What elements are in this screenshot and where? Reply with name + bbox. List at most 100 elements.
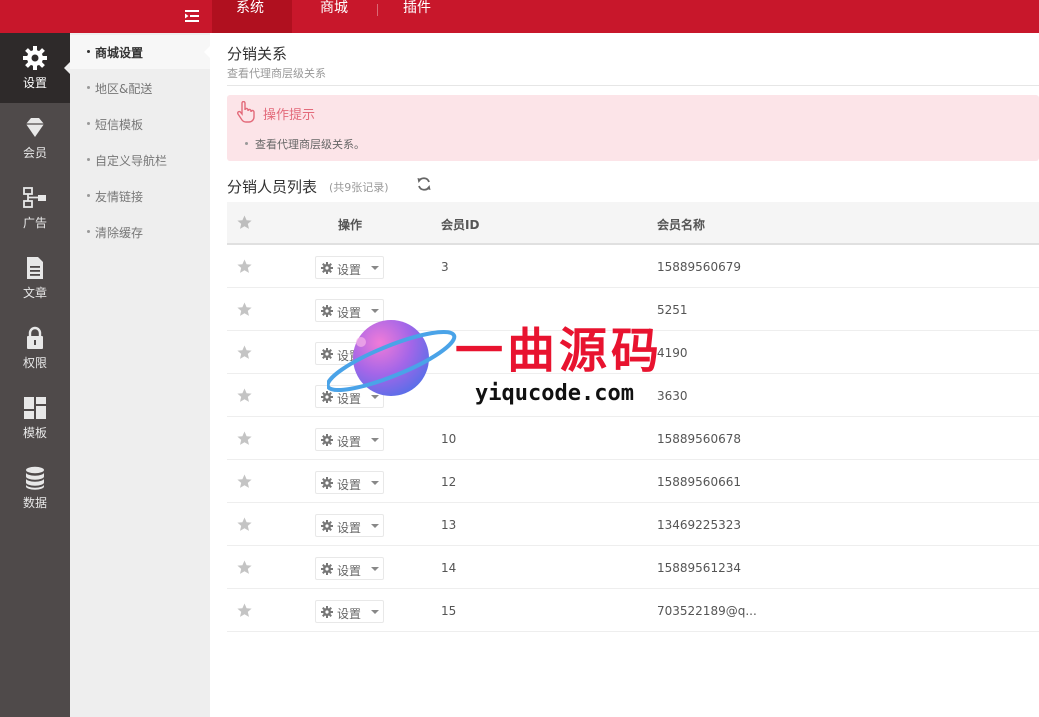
refresh-icon[interactable] <box>416 176 432 192</box>
sub-navigation: 商城设置 地区&配送 短信模板 自定义导航栏 友情链接 清除缓存 <box>70 33 210 717</box>
sidebar-item-templates[interactable]: 模板 <box>0 383 70 453</box>
tab-mall[interactable]: 商城 <box>320 0 348 33</box>
bullet-dot <box>87 122 90 125</box>
gear-icon <box>321 520 333 532</box>
sidebar-item-ads[interactable]: 广告 <box>0 173 70 243</box>
settings-dropdown-button[interactable]: 设置 <box>315 557 384 580</box>
star-icon[interactable] <box>237 560 252 575</box>
subnav-item-label: 自定义导航栏 <box>95 154 168 168</box>
page-title: 分销关系 <box>227 45 288 63</box>
grid-icon <box>24 397 46 419</box>
tab-plugins[interactable]: 插件 <box>403 0 431 33</box>
subnav-item-region-shipping[interactable]: 地区&配送 <box>70 71 210 105</box>
menu-toggle-button[interactable] <box>178 4 206 28</box>
column-header-member-id: 会员ID <box>441 218 480 232</box>
list-indent-icon <box>185 10 199 22</box>
sidebar-item-members[interactable]: 会员 <box>0 103 70 173</box>
star-icon[interactable] <box>237 431 252 446</box>
sidebar-item-label: 文章 <box>22 286 47 300</box>
subnav-item-label: 商城设置 <box>95 46 144 60</box>
star-icon[interactable] <box>237 259 252 274</box>
sidebar-item-label: 权限 <box>22 356 47 370</box>
gear-icon <box>321 262 333 274</box>
table-row: 设置 15 703522189@q... <box>227 589 1039 632</box>
star-icon[interactable] <box>237 215 252 230</box>
tips-text: 查看代理商层级关系。 <box>255 138 365 151</box>
sidebar-item-label: 设置 <box>22 76 47 90</box>
subnav-item-label: 地区&配送 <box>95 82 153 96</box>
sidebar-item-permissions[interactable]: 权限 <box>0 313 70 383</box>
sidebar-item-data[interactable]: 数据 <box>0 453 70 523</box>
member-name-cell: 5251 <box>657 303 688 317</box>
star-icon[interactable] <box>237 345 252 360</box>
list-title: 分销人员列表 <box>227 178 318 196</box>
subnav-item-label: 清除缓存 <box>95 226 144 240</box>
sidebar-item-articles[interactable]: 文章 <box>0 243 70 313</box>
chevron-down-icon <box>371 610 379 614</box>
sidebar: 设置 会员 广告 文章 权限 模板 数据 <box>0 33 71 717</box>
table-body: 设置 3 15889560679 设置 5251 设置 4190 设置 3630 设置 10 1588… <box>227 245 1039 632</box>
tab-label: 商城 <box>320 0 348 16</box>
subnav-item-custom-nav[interactable]: 自定义导航栏 <box>70 143 210 177</box>
gear-icon <box>321 606 333 618</box>
settings-dropdown-button[interactable]: 设置 <box>315 514 384 537</box>
star-icon[interactable] <box>237 388 252 403</box>
settings-dropdown-button[interactable]: 设置 <box>315 428 384 451</box>
dropdown-label: 设置 <box>337 478 362 492</box>
star-icon[interactable] <box>237 603 252 618</box>
subnav-item-mall-settings[interactable]: 商城设置 <box>70 35 210 69</box>
gear-icon <box>321 434 333 446</box>
star-icon[interactable] <box>237 517 252 532</box>
member-name-cell: 15889561234 <box>657 561 741 575</box>
top-bar: 系统 商城 插件 <box>0 0 1039 33</box>
page-subtitle: 查看代理商层级关系 <box>227 67 326 80</box>
sidebar-item-label: 模板 <box>22 426 47 440</box>
dropdown-label: 设置 <box>337 263 362 277</box>
settings-dropdown-button[interactable]: 设置 <box>315 299 384 322</box>
main-content: 分销关系 查看代理商层级关系 操作提示 查看代理商层级关系。 分销人员列表 (共… <box>210 33 1039 717</box>
member-id-cell: 10 <box>441 432 457 446</box>
sidebar-item-settings[interactable]: 设置 <box>0 33 71 103</box>
member-name-cell: 15889560679 <box>657 260 741 274</box>
chevron-down-icon <box>371 438 379 442</box>
column-header-member-name: 会员名称 <box>657 218 706 232</box>
subnav-item-sms-templates[interactable]: 短信模板 <box>70 107 210 141</box>
settings-dropdown-button[interactable]: 设置 <box>315 385 384 408</box>
gear-icon <box>321 391 333 403</box>
tab-system[interactable]: 系统 <box>212 0 292 33</box>
member-name-cell: 703522189@q... <box>657 604 757 618</box>
chevron-down-icon <box>371 481 379 485</box>
dropdown-label: 设置 <box>337 349 362 363</box>
member-id-cell: 3 <box>441 260 449 274</box>
table-row: 设置 3630 <box>227 374 1039 417</box>
star-icon[interactable] <box>237 302 252 317</box>
sidebar-item-label: 数据 <box>22 496 47 510</box>
settings-dropdown-button[interactable]: 设置 <box>315 600 384 623</box>
subnav-item-label: 短信模板 <box>95 118 144 132</box>
member-id-cell: 12 <box>441 475 457 489</box>
dropdown-label: 设置 <box>337 435 362 449</box>
subnav-item-friend-links[interactable]: 友情链接 <box>70 179 210 213</box>
table-row: 设置 5251 <box>227 288 1039 331</box>
settings-dropdown-button[interactable]: 设置 <box>315 342 384 365</box>
document-icon <box>27 257 43 279</box>
settings-dropdown-button[interactable]: 设置 <box>315 471 384 494</box>
tips-panel: 操作提示 查看代理商层级关系。 <box>227 95 1039 161</box>
chevron-down-icon <box>371 352 379 356</box>
member-table: 操作 会员ID 会员名称 设置 3 15889560679 设置 5251 设置 4190 设… <box>227 202 1039 632</box>
tab-label: 系统 <box>236 0 264 16</box>
dropdown-label: 设置 <box>337 607 362 621</box>
tab-separator <box>377 4 378 16</box>
subnav-item-clear-cache[interactable]: 清除缓存 <box>70 215 210 249</box>
divider <box>227 85 1039 86</box>
star-icon[interactable] <box>237 474 252 489</box>
diamond-icon <box>26 118 44 137</box>
table-row: 设置 14 15889561234 <box>227 546 1039 589</box>
sidebar-item-label: 会员 <box>22 146 47 160</box>
gear-icon <box>321 305 333 317</box>
member-name-cell: 15889560661 <box>657 475 741 489</box>
database-icon <box>26 466 44 490</box>
settings-dropdown-button[interactable]: 设置 <box>315 256 384 279</box>
table-header: 操作 会员ID 会员名称 <box>227 202 1039 245</box>
gear-icon <box>321 563 333 575</box>
